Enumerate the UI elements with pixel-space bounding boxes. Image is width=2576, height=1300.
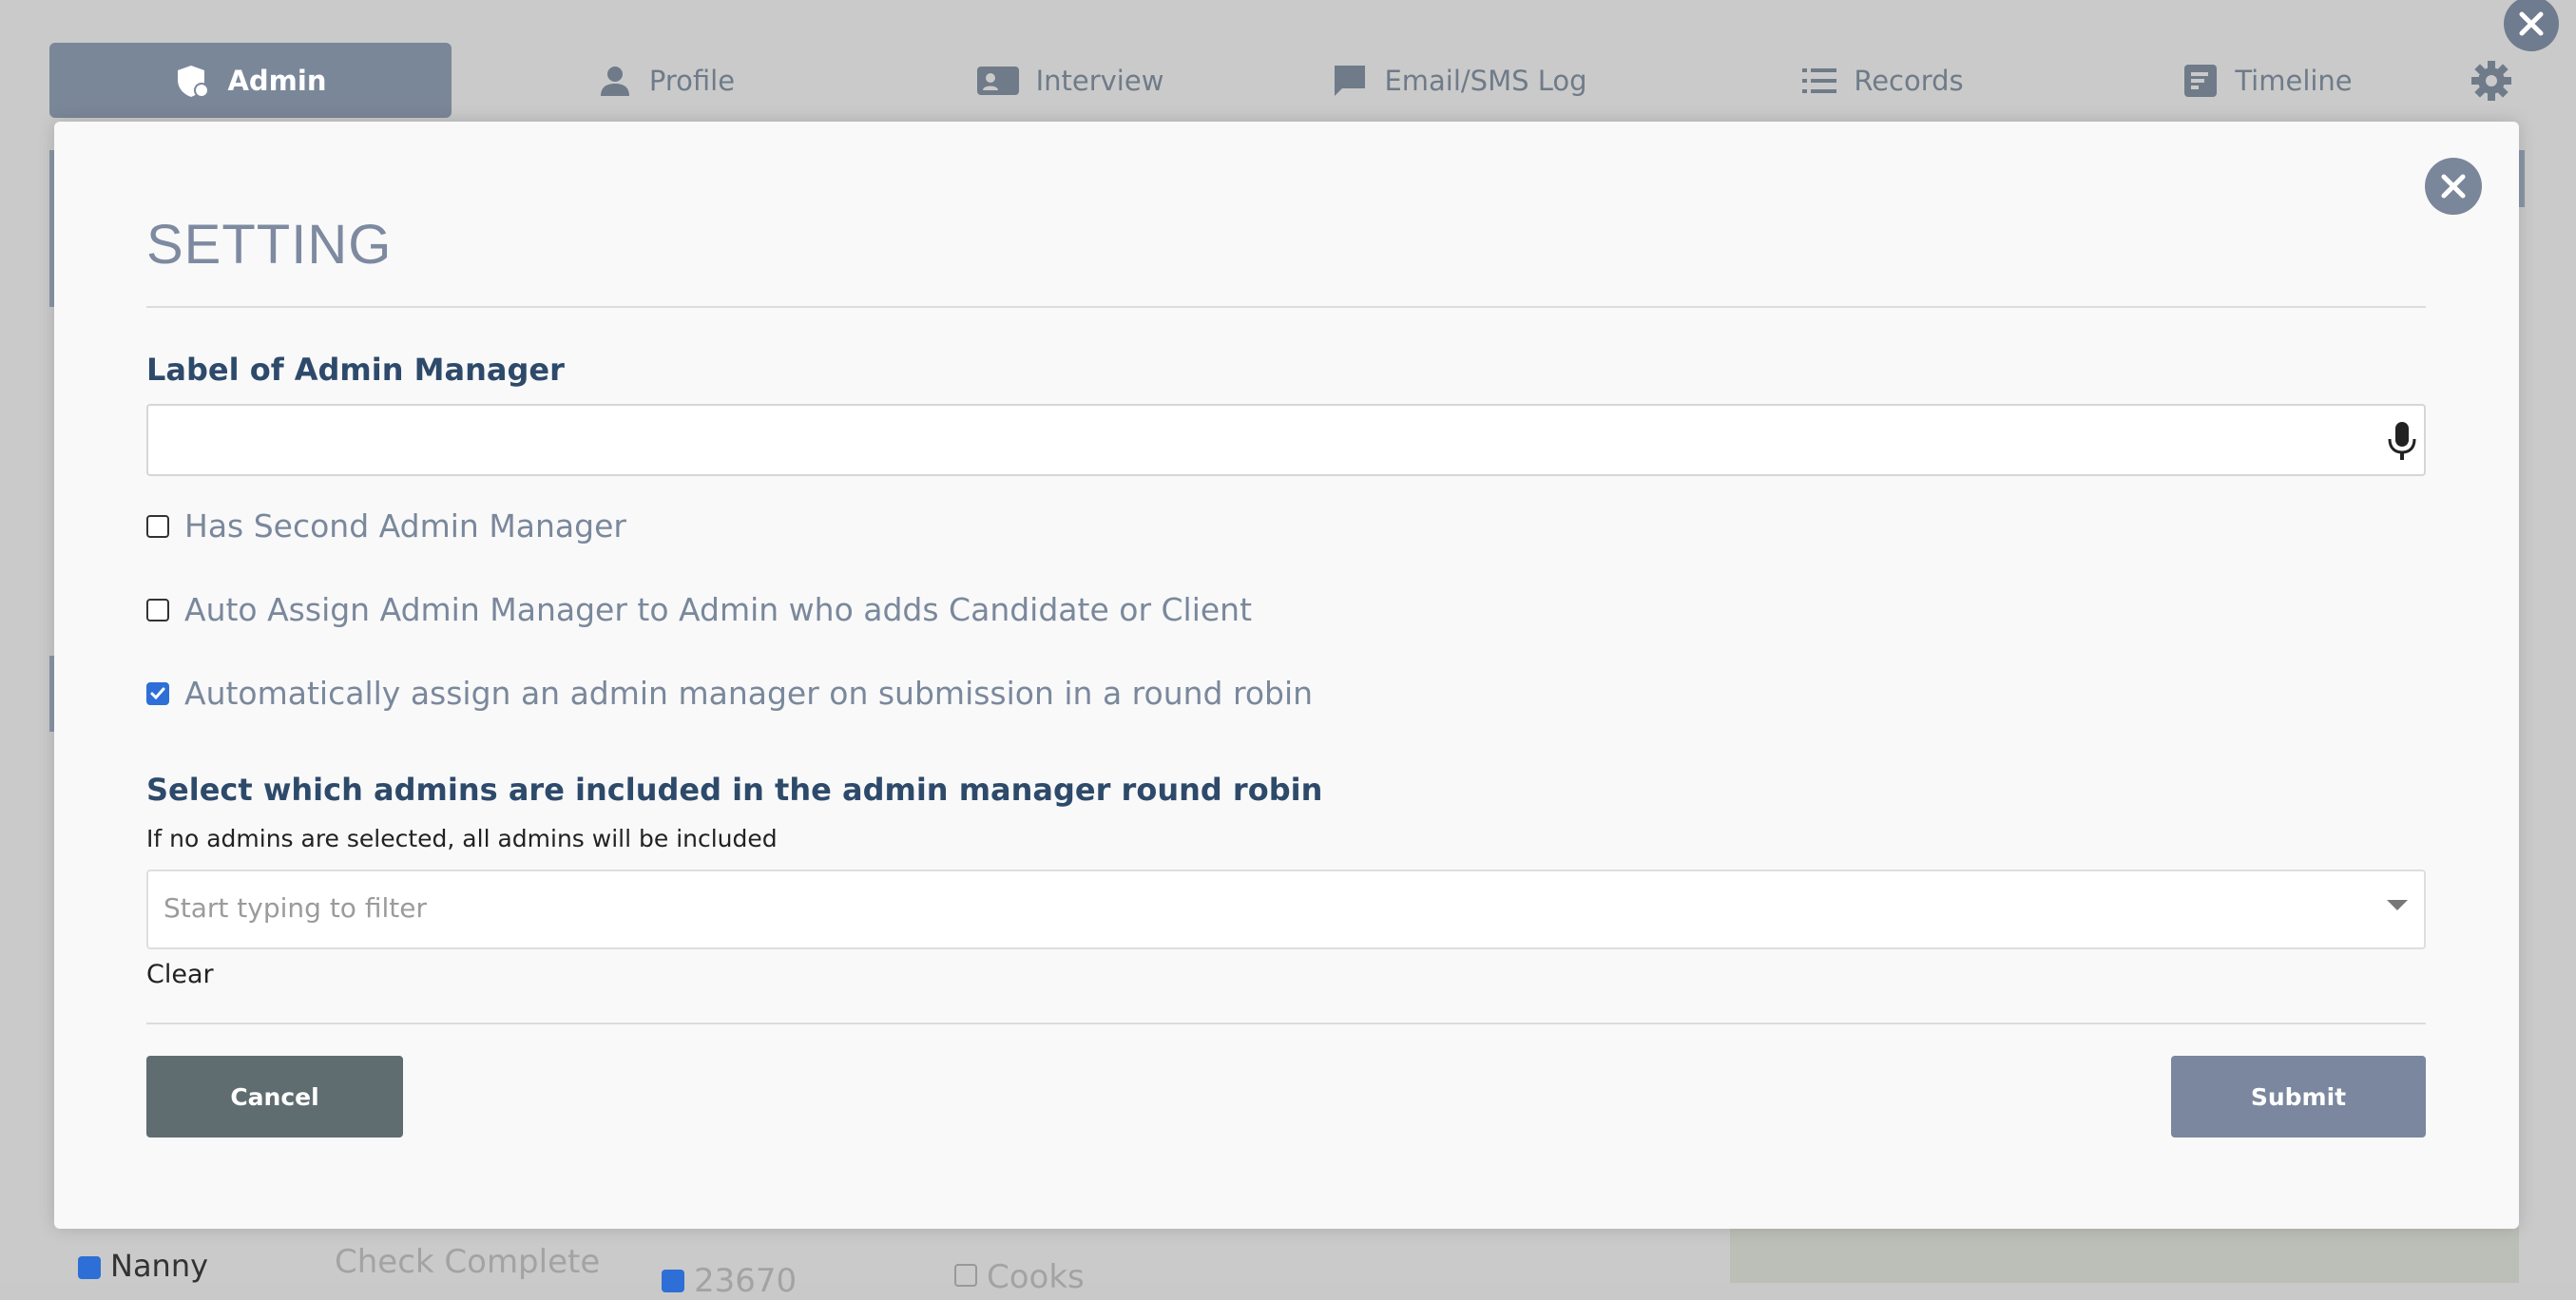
check-complete-label: Check Complete: [335, 1243, 601, 1281]
cooks-checkbox[interactable]: [954, 1264, 977, 1287]
tab-timeline-label: Timeline: [2235, 64, 2353, 97]
chat-bubble-icon: [1335, 65, 1366, 96]
gear-icon[interactable]: [2470, 59, 2513, 103]
tab-interview-label: Interview: [1035, 64, 1164, 97]
background-panel-edge: [2519, 150, 2525, 207]
region-checkbox[interactable]: [662, 1270, 684, 1292]
chevron-down-icon[interactable]: [2387, 900, 2408, 910]
title-divider: [146, 306, 2426, 308]
tab-timeline[interactable]: Timeline: [2177, 43, 2357, 118]
nanny-checkbox[interactable]: [78, 1256, 101, 1279]
person-icon: [600, 66, 629, 96]
tab-admin-label: Admin: [227, 64, 327, 97]
admin-manager-label-input[interactable]: [146, 404, 2426, 476]
tab-email-sms-log[interactable]: Email/SMS Log: [1326, 43, 1592, 118]
close-icon: [2441, 174, 2466, 199]
tab-admin[interactable]: Admin: [49, 43, 452, 118]
round-robin-hint: If no admins are selected, all admins wi…: [146, 825, 778, 852]
microphone-icon[interactable]: [2383, 420, 2421, 462]
modal-close-button[interactable]: [2425, 158, 2482, 215]
map-preview: [1730, 1226, 2519, 1283]
admin-shield-icon: [178, 65, 210, 98]
label-admin-manager-heading: Label of Admin Manager: [146, 352, 565, 388]
round-robin-assign-checkbox[interactable]: [146, 681, 169, 705]
tab-records-label: Records: [1854, 64, 1964, 97]
checkmark-icon: [150, 687, 165, 699]
tab-email-sms-log-label: Email/SMS Log: [1384, 64, 1587, 97]
admin-filter-placeholder: Start typing to filter: [163, 892, 427, 924]
modal-title: SETTING: [146, 214, 393, 276]
region-value: 23670: [694, 1262, 798, 1300]
tab-records[interactable]: Records: [1778, 43, 1987, 118]
auto-assign-admin-manager-checkbox[interactable]: [146, 598, 169, 621]
close-icon: [2519, 11, 2544, 36]
cooks-label: Cooks: [987, 1258, 1085, 1296]
has-second-admin-manager-checkbox[interactable]: [146, 514, 169, 538]
round-robin-assign-option[interactable]: Automatically assign an admin manager on…: [146, 675, 1313, 712]
list-icon: [1802, 67, 1837, 93]
setting-modal: SETTING Label of Admin Manager Has Secon…: [54, 122, 2519, 1229]
admin-filter-select[interactable]: Start typing to filter: [146, 870, 2426, 949]
has-second-admin-manager-label: Has Second Admin Manager: [184, 507, 626, 545]
tab-profile-label: Profile: [648, 64, 736, 97]
nanny-label: Nanny: [110, 1248, 209, 1284]
round-robin-assign-label: Automatically assign an admin manager on…: [184, 675, 1314, 712]
round-robin-admins-heading: Select which admins are included in the …: [146, 772, 1323, 808]
auto-assign-admin-manager-label: Auto Assign Admin Manager to Admin who a…: [184, 591, 1253, 628]
auto-assign-admin-manager-option[interactable]: Auto Assign Admin Manager to Admin who a…: [146, 591, 1252, 628]
tab-profile[interactable]: Profile: [570, 43, 760, 118]
submit-button[interactable]: Submit: [2171, 1056, 2426, 1138]
cancel-button[interactable]: Cancel: [146, 1056, 403, 1138]
tab-interview[interactable]: Interview: [955, 43, 1183, 118]
clear-link[interactable]: Clear: [146, 960, 214, 989]
has-second-admin-manager-option[interactable]: Has Second Admin Manager: [146, 507, 626, 545]
footer-divider: [146, 1023, 2426, 1024]
interview-card-icon: [976, 66, 1019, 95]
timeline-icon: [2184, 64, 2218, 97]
